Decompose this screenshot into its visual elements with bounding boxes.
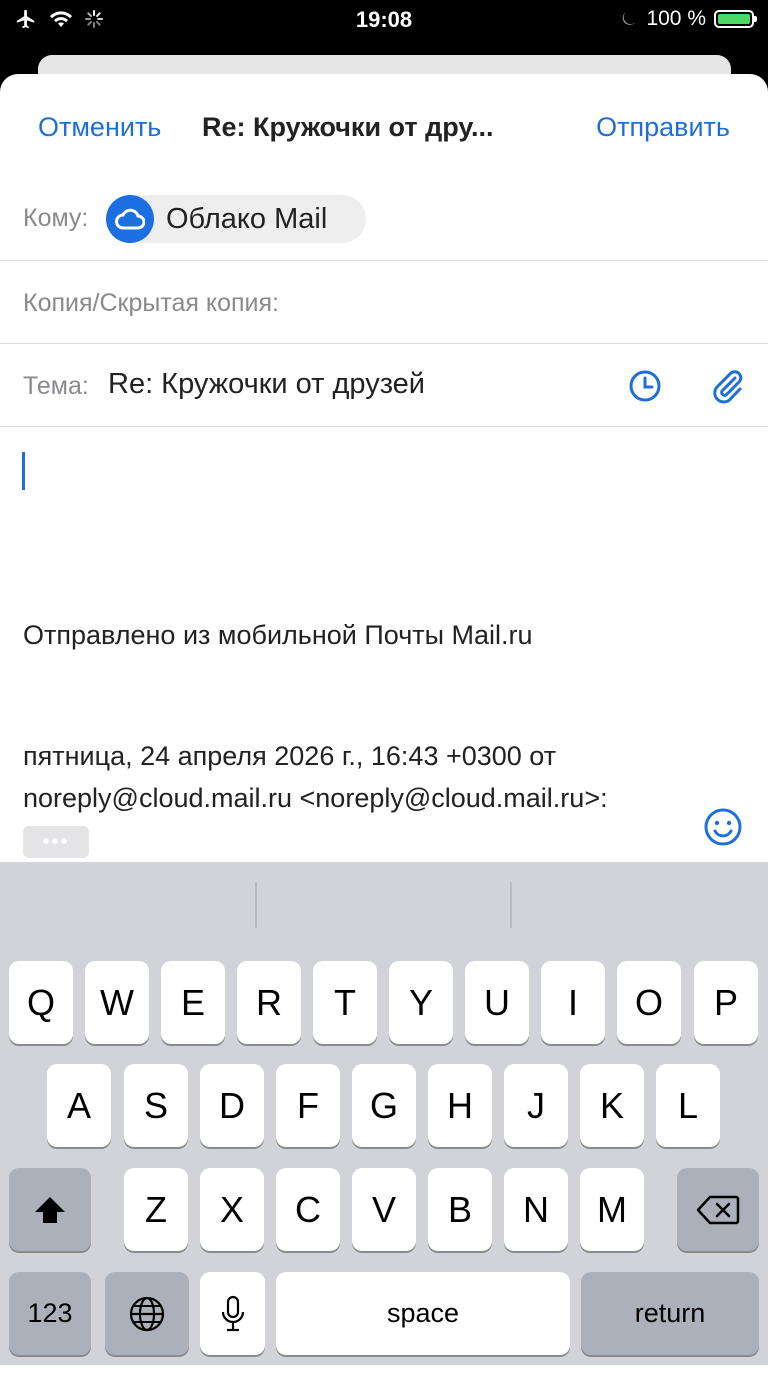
key-o[interactable]: O <box>617 961 681 1044</box>
key-c[interactable]: C <box>276 1168 340 1251</box>
key-s[interactable]: S <box>124 1064 188 1147</box>
key-k[interactable]: K <box>580 1064 644 1147</box>
cancel-button[interactable]: Отменить <box>38 112 161 143</box>
key-g[interactable]: G <box>352 1064 416 1147</box>
key-w[interactable]: W <box>85 961 149 1044</box>
numbers-key[interactable]: 123 <box>9 1272 91 1355</box>
key-r[interactable]: R <box>237 961 301 1044</box>
suggestion-divider <box>255 882 257 928</box>
clock-icon[interactable] <box>628 369 662 403</box>
emoji-icon[interactable] <box>703 807 743 847</box>
key-j[interactable]: J <box>504 1064 568 1147</box>
dictation-key[interactable] <box>200 1272 265 1355</box>
key-l[interactable]: L <box>656 1064 720 1147</box>
compose-nav-bar: Отменить Re: Кружочки от дру... Отправит… <box>0 112 768 152</box>
key-d[interactable]: D <box>200 1064 264 1147</box>
cc-label: Копия/Скрытая копия: <box>23 289 279 317</box>
key-h[interactable]: H <box>428 1064 492 1147</box>
key-e[interactable]: E <box>161 961 225 1044</box>
microphone-icon <box>221 1295 244 1331</box>
signature-text: Отправлено из мобильной Почты Mail.ru <box>23 620 533 650</box>
subject-label: Тема: <box>23 372 89 400</box>
return-key[interactable]: return <box>581 1272 759 1355</box>
quote-header-line1: пятница, 24 апреля 2026 г., 16:43 +0300 … <box>23 741 557 771</box>
cloud-icon <box>106 195 154 243</box>
backspace-icon <box>696 1195 740 1224</box>
recipient-name: Облако Mail <box>166 202 328 235</box>
globe-icon <box>129 1296 165 1331</box>
key-i[interactable]: I <box>541 961 605 1044</box>
key-z[interactable]: Z <box>124 1168 188 1251</box>
key-m[interactable]: M <box>580 1168 644 1251</box>
moon-icon <box>623 12 637 25</box>
shift-arrow-icon <box>35 1196 65 1223</box>
subject-input[interactable]: Re: Кружочки от друзей <box>108 368 425 401</box>
key-y[interactable]: Y <box>389 961 453 1044</box>
quote-header-line2: noreply@cloud.mail.ru <noreply@cloud.mai… <box>23 783 608 813</box>
cc-row[interactable]: Копия/Скрытая копия: <box>0 261 768 344</box>
paperclip-icon[interactable] <box>708 367 746 405</box>
battery-charging-icon <box>714 10 757 28</box>
suggestion-divider <box>510 882 512 928</box>
key-q[interactable]: Q <box>9 961 73 1044</box>
recipient-chip[interactable]: Облако Mail <box>106 195 366 243</box>
compose-title: Re: Кружочки от дру... <box>202 112 494 142</box>
show-quote-button[interactable]: ••• <box>23 826 89 858</box>
key-b[interactable]: B <box>428 1168 492 1251</box>
key-n[interactable]: N <box>504 1168 568 1251</box>
key-t[interactable]: T <box>313 961 377 1044</box>
battery-percent: 100 % <box>646 7 706 30</box>
key-f[interactable]: F <box>276 1064 340 1147</box>
text-cursor <box>22 452 25 490</box>
space-key[interactable]: space <box>276 1272 570 1355</box>
key-a[interactable]: A <box>47 1064 111 1147</box>
key-p[interactable]: P <box>694 961 758 1044</box>
shift-key[interactable] <box>9 1168 91 1251</box>
globe-key[interactable] <box>105 1272 189 1355</box>
key-u[interactable]: U <box>465 961 529 1044</box>
key-x[interactable]: X <box>200 1168 264 1251</box>
delete-key[interactable] <box>677 1168 759 1251</box>
status-bar: 19:08 100 % <box>0 0 768 40</box>
keyboard: Q W E R T Y U I O P A S D F G H J K L Z … <box>0 862 768 1365</box>
to-label: Кому: <box>23 204 89 232</box>
key-v[interactable]: V <box>352 1168 416 1251</box>
status-right: 100 % <box>620 7 757 31</box>
send-button[interactable]: Отправить <box>596 112 730 143</box>
